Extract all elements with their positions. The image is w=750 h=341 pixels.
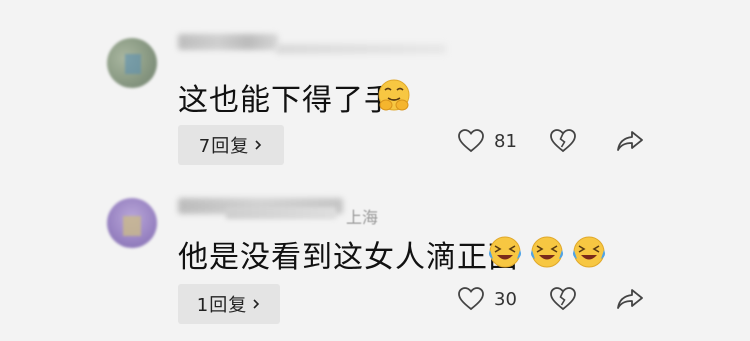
location-label: 上海 <box>346 208 379 227</box>
dislike-button[interactable] <box>550 287 576 311</box>
laugh-cry-emoji <box>573 236 605 268</box>
share-arrow-icon <box>617 289 643 309</box>
heart-icon <box>458 129 484 153</box>
heart-icon <box>458 287 484 311</box>
broken-heart-icon <box>550 287 576 311</box>
reply-label: 7回复 <box>198 136 250 157</box>
comment-item: 上海 他是没看到这女人滴正面 1回复 30 <box>0 170 750 341</box>
username-blurred-extra <box>226 207 336 219</box>
like-button[interactable]: 30 <box>458 287 517 311</box>
comment-list: 这也能下得了手 7回复 81 上海 他是没看到这女人滴正面 1回复 30 <box>0 0 750 341</box>
share-button[interactable] <box>616 287 644 311</box>
smirk-hands-emoji <box>378 79 410 111</box>
username-blurred-extra <box>276 44 446 54</box>
reply-label: 1回复 <box>196 295 248 316</box>
avatar[interactable] <box>107 38 157 88</box>
reply-button[interactable]: 1回复 <box>178 284 280 324</box>
username-blurred[interactable] <box>178 34 278 50</box>
avatar[interactable] <box>107 198 157 248</box>
like-count: 30 <box>494 288 517 310</box>
like-count: 81 <box>494 130 517 152</box>
comment-item: 这也能下得了手 7回复 81 <box>0 0 750 170</box>
chevron-right-icon <box>253 299 260 309</box>
reply-button[interactable]: 7回复 <box>178 125 284 165</box>
laugh-cry-emoji <box>531 236 563 268</box>
share-arrow-icon <box>617 131 643 151</box>
comment-text: 这也能下得了手 <box>178 83 395 118</box>
like-button[interactable]: 81 <box>458 129 517 153</box>
laugh-cry-emoji <box>489 236 521 268</box>
dislike-button[interactable] <box>550 129 576 153</box>
comment-text: 他是没看到这女人滴正面 <box>178 240 519 275</box>
chevron-right-icon <box>255 140 262 150</box>
share-button[interactable] <box>616 129 644 153</box>
broken-heart-icon <box>550 129 576 153</box>
